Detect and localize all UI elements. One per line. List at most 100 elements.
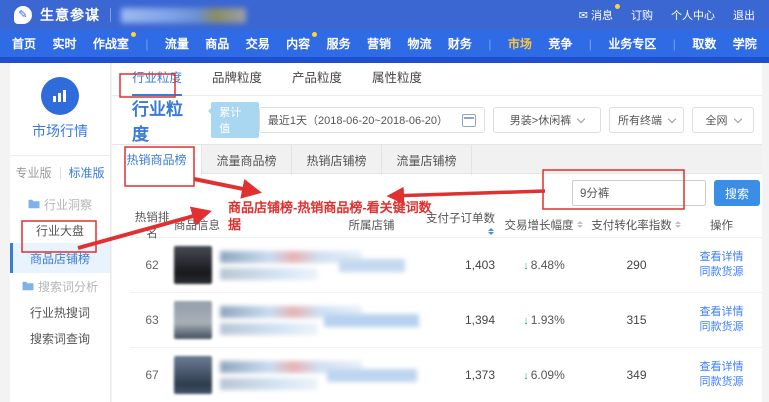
sidebar-item-search-analysis[interactable]: 搜索词分析 bbox=[10, 273, 110, 299]
subtab-hot-goods-rank[interactable]: 热销商品榜 bbox=[112, 145, 202, 175]
keyword-search-input[interactable] bbox=[572, 180, 706, 206]
main-nav: 首页 实时 作战室 | 流量 商品 交易 内容 服务 营销 物流 财务 | 市场… bbox=[0, 30, 769, 57]
subtab-hot-shops-rank[interactable]: 热销店铺榜 bbox=[292, 145, 382, 175]
nav-item-marketing[interactable]: 营销 bbox=[367, 35, 391, 52]
nav-item-bizzone[interactable]: 业务专区 bbox=[608, 35, 656, 52]
logout-link[interactable]: 退出 bbox=[733, 7, 755, 23]
rank-cell: 63 bbox=[130, 313, 174, 327]
sidebar-item-goods-shop-rank[interactable]: 商品店铺榜 bbox=[10, 243, 110, 273]
col-header-actions: 操作 bbox=[684, 217, 759, 233]
col-header-conversion-index[interactable]: 支付转化率指数 bbox=[589, 217, 684, 233]
nav-item-trade[interactable]: 交易 bbox=[246, 35, 270, 52]
divider bbox=[60, 167, 61, 179]
product-cell[interactable] bbox=[174, 356, 324, 394]
actions-cell: 查看详情 同款货源 bbox=[684, 250, 759, 280]
nav-item-academy[interactable]: 学院 bbox=[733, 35, 757, 52]
same-source-link[interactable]: 同款货源 bbox=[684, 320, 759, 335]
redacted-block bbox=[121, 8, 246, 23]
chevron-down-icon bbox=[577, 114, 585, 122]
mail-icon: ✉ bbox=[579, 10, 588, 22]
terminal-dropdown[interactable]: 所有终端 bbox=[609, 107, 684, 133]
redacted-shop-name bbox=[339, 259, 405, 272]
account-link[interactable]: 个人中心 bbox=[671, 7, 715, 23]
nav-item-goods[interactable]: 商品 bbox=[205, 35, 229, 52]
date-range-picker[interactable]: 最近1天（2018-06-20~2018-06-20） bbox=[259, 107, 485, 133]
tab-industry-granularity[interactable]: 行业粒度 bbox=[132, 63, 182, 96]
app-logo: 生意参谋 bbox=[40, 5, 100, 25]
sort-icon[interactable] bbox=[488, 226, 495, 237]
folder-icon bbox=[22, 281, 34, 291]
col-header-rank: 热销排名 bbox=[130, 209, 174, 241]
nav-item-traffic[interactable]: 流量 bbox=[165, 35, 189, 52]
down-arrow-icon: ↓ bbox=[523, 260, 529, 272]
shop-cell bbox=[324, 369, 419, 382]
product-cell[interactable] bbox=[174, 246, 324, 284]
col-header-growth[interactable]: 交易增长幅度 bbox=[499, 217, 589, 233]
nav-item-logistics[interactable]: 物流 bbox=[407, 35, 431, 52]
view-detail-link[interactable]: 查看详情 bbox=[684, 305, 759, 320]
nav-item-finance[interactable]: 财务 bbox=[448, 35, 472, 52]
col-header-shop: 所属店铺 bbox=[324, 217, 419, 233]
nav-item-data[interactable]: 取数 bbox=[692, 35, 716, 52]
redacted-shop-name bbox=[327, 369, 417, 382]
view-detail-link[interactable]: 查看详情 bbox=[684, 250, 759, 265]
col-header-product: 商品信息 bbox=[174, 217, 324, 233]
product-thumbnail bbox=[174, 356, 212, 394]
tab-product-granularity[interactable]: 产品粒度 bbox=[292, 63, 342, 96]
market-chart-icon bbox=[41, 77, 79, 115]
sidebar-item-hot-search-words[interactable]: 行业热搜词 bbox=[10, 299, 110, 325]
app-window: ✎ 生意参谋 ✉消息 订购 个人中心 退出 首页 实时 作战室 | 流量 商品 … bbox=[0, 0, 769, 402]
page-title: 行业粒度 bbox=[132, 95, 197, 145]
sidebar-item-industry-overview[interactable]: 行业大盘 bbox=[10, 217, 110, 243]
nav-item-home[interactable]: 首页 bbox=[12, 35, 36, 52]
sidebar-title: 市场行情 bbox=[10, 121, 110, 141]
nav-item-warroom[interactable]: 作战室 bbox=[93, 35, 129, 52]
nav-item-content[interactable]: 内容 bbox=[286, 35, 310, 52]
rank-cell: 62 bbox=[130, 258, 174, 272]
sort-icon[interactable] bbox=[577, 219, 584, 230]
down-arrow-icon: ↓ bbox=[523, 315, 529, 327]
subtab-traffic-shops-rank[interactable]: 流量店铺榜 bbox=[382, 145, 472, 175]
nav-divider: | bbox=[589, 37, 592, 51]
col-header-orders[interactable]: 支付子订单数 bbox=[419, 210, 499, 239]
tab-attribute-granularity[interactable]: 属性粒度 bbox=[372, 63, 422, 96]
subscribe-link[interactable]: 订购 bbox=[631, 7, 653, 23]
logo-pen-icon: ✎ bbox=[14, 6, 32, 24]
redacted-shop-name bbox=[324, 314, 419, 327]
subtab-traffic-goods-rank[interactable]: 流量商品榜 bbox=[202, 145, 292, 175]
version-tab-pro[interactable]: 专业版 bbox=[15, 164, 51, 181]
table-row: 63 1,394 ↓1.93% 315 查看详情 同款货源 bbox=[130, 293, 762, 348]
growth-cell: ↓1.93% bbox=[499, 313, 589, 327]
nav-item-service[interactable]: 服务 bbox=[327, 35, 351, 52]
product-cell[interactable] bbox=[174, 301, 324, 339]
sidebar-item-search-word-query[interactable]: 搜索词查询 bbox=[10, 325, 110, 351]
cumulative-badge: 累计值 bbox=[211, 102, 259, 138]
down-arrow-icon: ↓ bbox=[523, 370, 529, 382]
version-tab-standard[interactable]: 标准版 bbox=[69, 164, 105, 181]
conversion-index-cell: 290 bbox=[589, 258, 684, 272]
nav-item-market[interactable]: 市场 bbox=[508, 35, 532, 52]
sort-icon[interactable] bbox=[675, 219, 682, 230]
orders-cell: 1,373 bbox=[419, 368, 499, 382]
nav-divider: | bbox=[488, 37, 491, 51]
messages-link[interactable]: ✉消息 bbox=[579, 7, 613, 23]
nav-divider: | bbox=[145, 37, 148, 51]
rank-table: 热销排名 商品信息 所属店铺 支付子订单数 交易增长幅度 支付转化率指数 操作 … bbox=[112, 212, 762, 402]
shop-cell bbox=[324, 314, 419, 327]
same-source-link[interactable]: 同款货源 bbox=[684, 375, 759, 390]
divider bbox=[110, 8, 111, 22]
nav-item-competition[interactable]: 竞争 bbox=[548, 35, 572, 52]
product-thumbnail bbox=[174, 301, 212, 339]
chevron-down-icon bbox=[668, 114, 676, 122]
category-dropdown[interactable]: 男装>休闲裤 bbox=[493, 107, 601, 133]
tab-brand-granularity[interactable]: 品牌粒度 bbox=[212, 63, 262, 96]
nav-item-realtime[interactable]: 实时 bbox=[52, 35, 76, 52]
same-source-link[interactable]: 同款货源 bbox=[684, 265, 759, 280]
conversion-index-cell: 349 bbox=[589, 368, 684, 382]
calendar-icon bbox=[462, 114, 476, 127]
search-button[interactable]: 搜索 bbox=[714, 180, 760, 206]
table-row: 67 1,373 ↓6.09% 349 查看详情 同款货源 bbox=[130, 348, 762, 402]
view-detail-link[interactable]: 查看详情 bbox=[684, 360, 759, 375]
sidebar-item-industry-insight[interactable]: 行业洞察 bbox=[10, 191, 110, 217]
scope-dropdown[interactable]: 全网 bbox=[692, 107, 754, 133]
